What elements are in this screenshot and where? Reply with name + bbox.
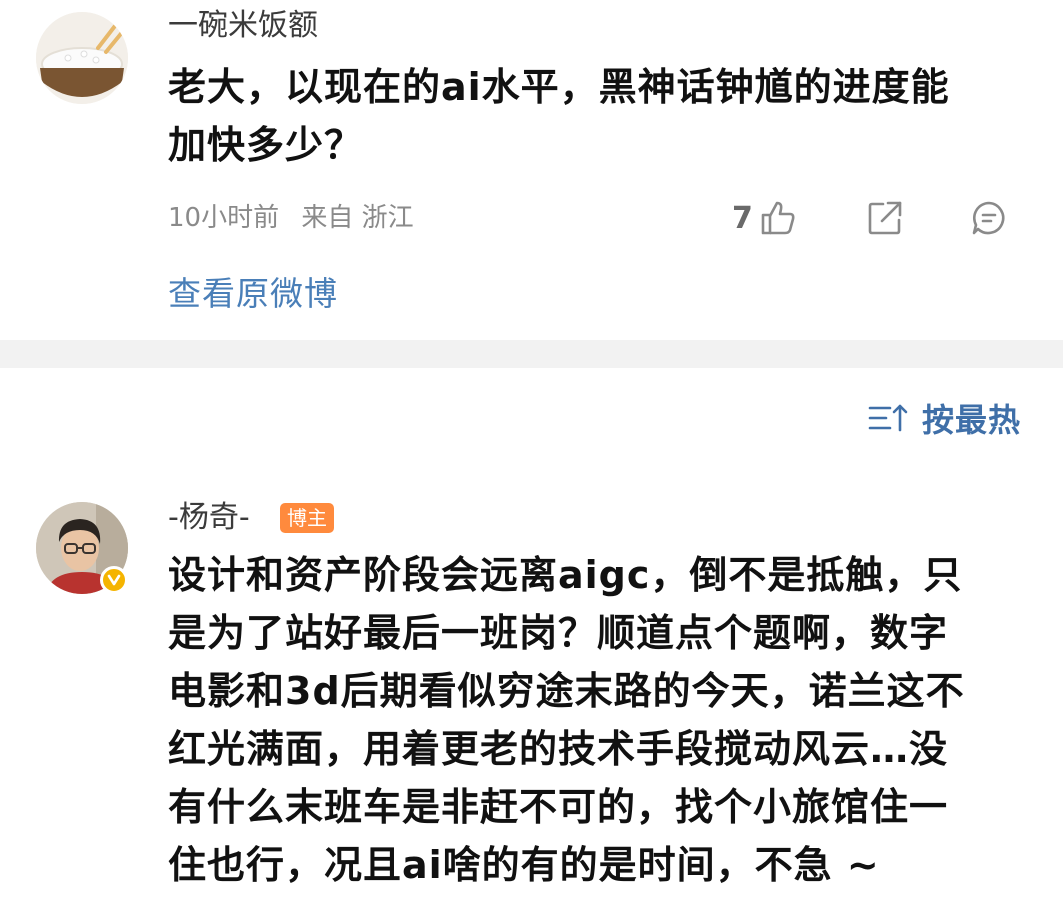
reply-text-line: 住也行，况且ai啥的有的是时间，不急 ~: [168, 843, 880, 887]
section-divider: [0, 340, 1063, 368]
reply-text-line: 电影和3d后期看似穷途末路的今天，诺兰这不: [168, 669, 965, 713]
share-icon: [868, 201, 902, 235]
like-count: 7: [732, 200, 753, 236]
blogger-badge: 博主: [280, 503, 334, 533]
sort-toggle[interactable]: 按最热: [868, 396, 1021, 440]
comment-meta: 10小时前 来自 浙江: [168, 198, 428, 238]
avatar[interactable]: [36, 12, 128, 104]
sort-label: 按最热: [921, 401, 1021, 439]
rice-bowl-avatar-icon: [36, 12, 128, 104]
reply-text-line: 设计和资产阶段会远离aigc，倒不是抵触，只: [168, 553, 963, 597]
sort-icon: [868, 404, 908, 432]
weibo-comment-page: 一碗米饭额 老大，以现在的ai水平，黑神话钟馗的进度能 加快多少？ 10小时前 …: [0, 0, 1063, 900]
reply-text-line: 有什么末班车是非赶不可的，找个小旅馆住一: [168, 785, 949, 829]
thumbs-up-icon: [761, 201, 795, 235]
comment-text-line: 老大，以现在的ai水平，黑神话钟馗的进度能: [168, 65, 950, 109]
comment-button[interactable]: [970, 196, 1008, 240]
view-original-link[interactable]: 查看原微博: [168, 272, 338, 316]
verified-v-glyph: [107, 574, 121, 586]
reply-text-line: 是为了站好最后一班岗？顺道点个题啊，数字: [168, 611, 949, 655]
verified-icon: [100, 566, 128, 594]
like-button[interactable]: 7: [732, 196, 797, 240]
comment-text-line: 加快多少？: [168, 123, 364, 167]
comment-icon: [972, 201, 1005, 235]
comment-card: 一碗米饭额 老大，以现在的ai水平，黑神话钟馗的进度能 加快多少？ 10小时前 …: [0, 0, 1063, 340]
comment-location: 来自 浙江: [301, 203, 414, 233]
reply-text-line: 红光满面，用着更老的技术手段搅动风云…没: [168, 727, 949, 771]
reply-username[interactable]: -杨奇-: [168, 498, 250, 538]
comment-time: 10小时前: [168, 203, 280, 233]
comment-username[interactable]: 一碗米饭额: [168, 6, 318, 46]
share-button[interactable]: [866, 196, 904, 240]
